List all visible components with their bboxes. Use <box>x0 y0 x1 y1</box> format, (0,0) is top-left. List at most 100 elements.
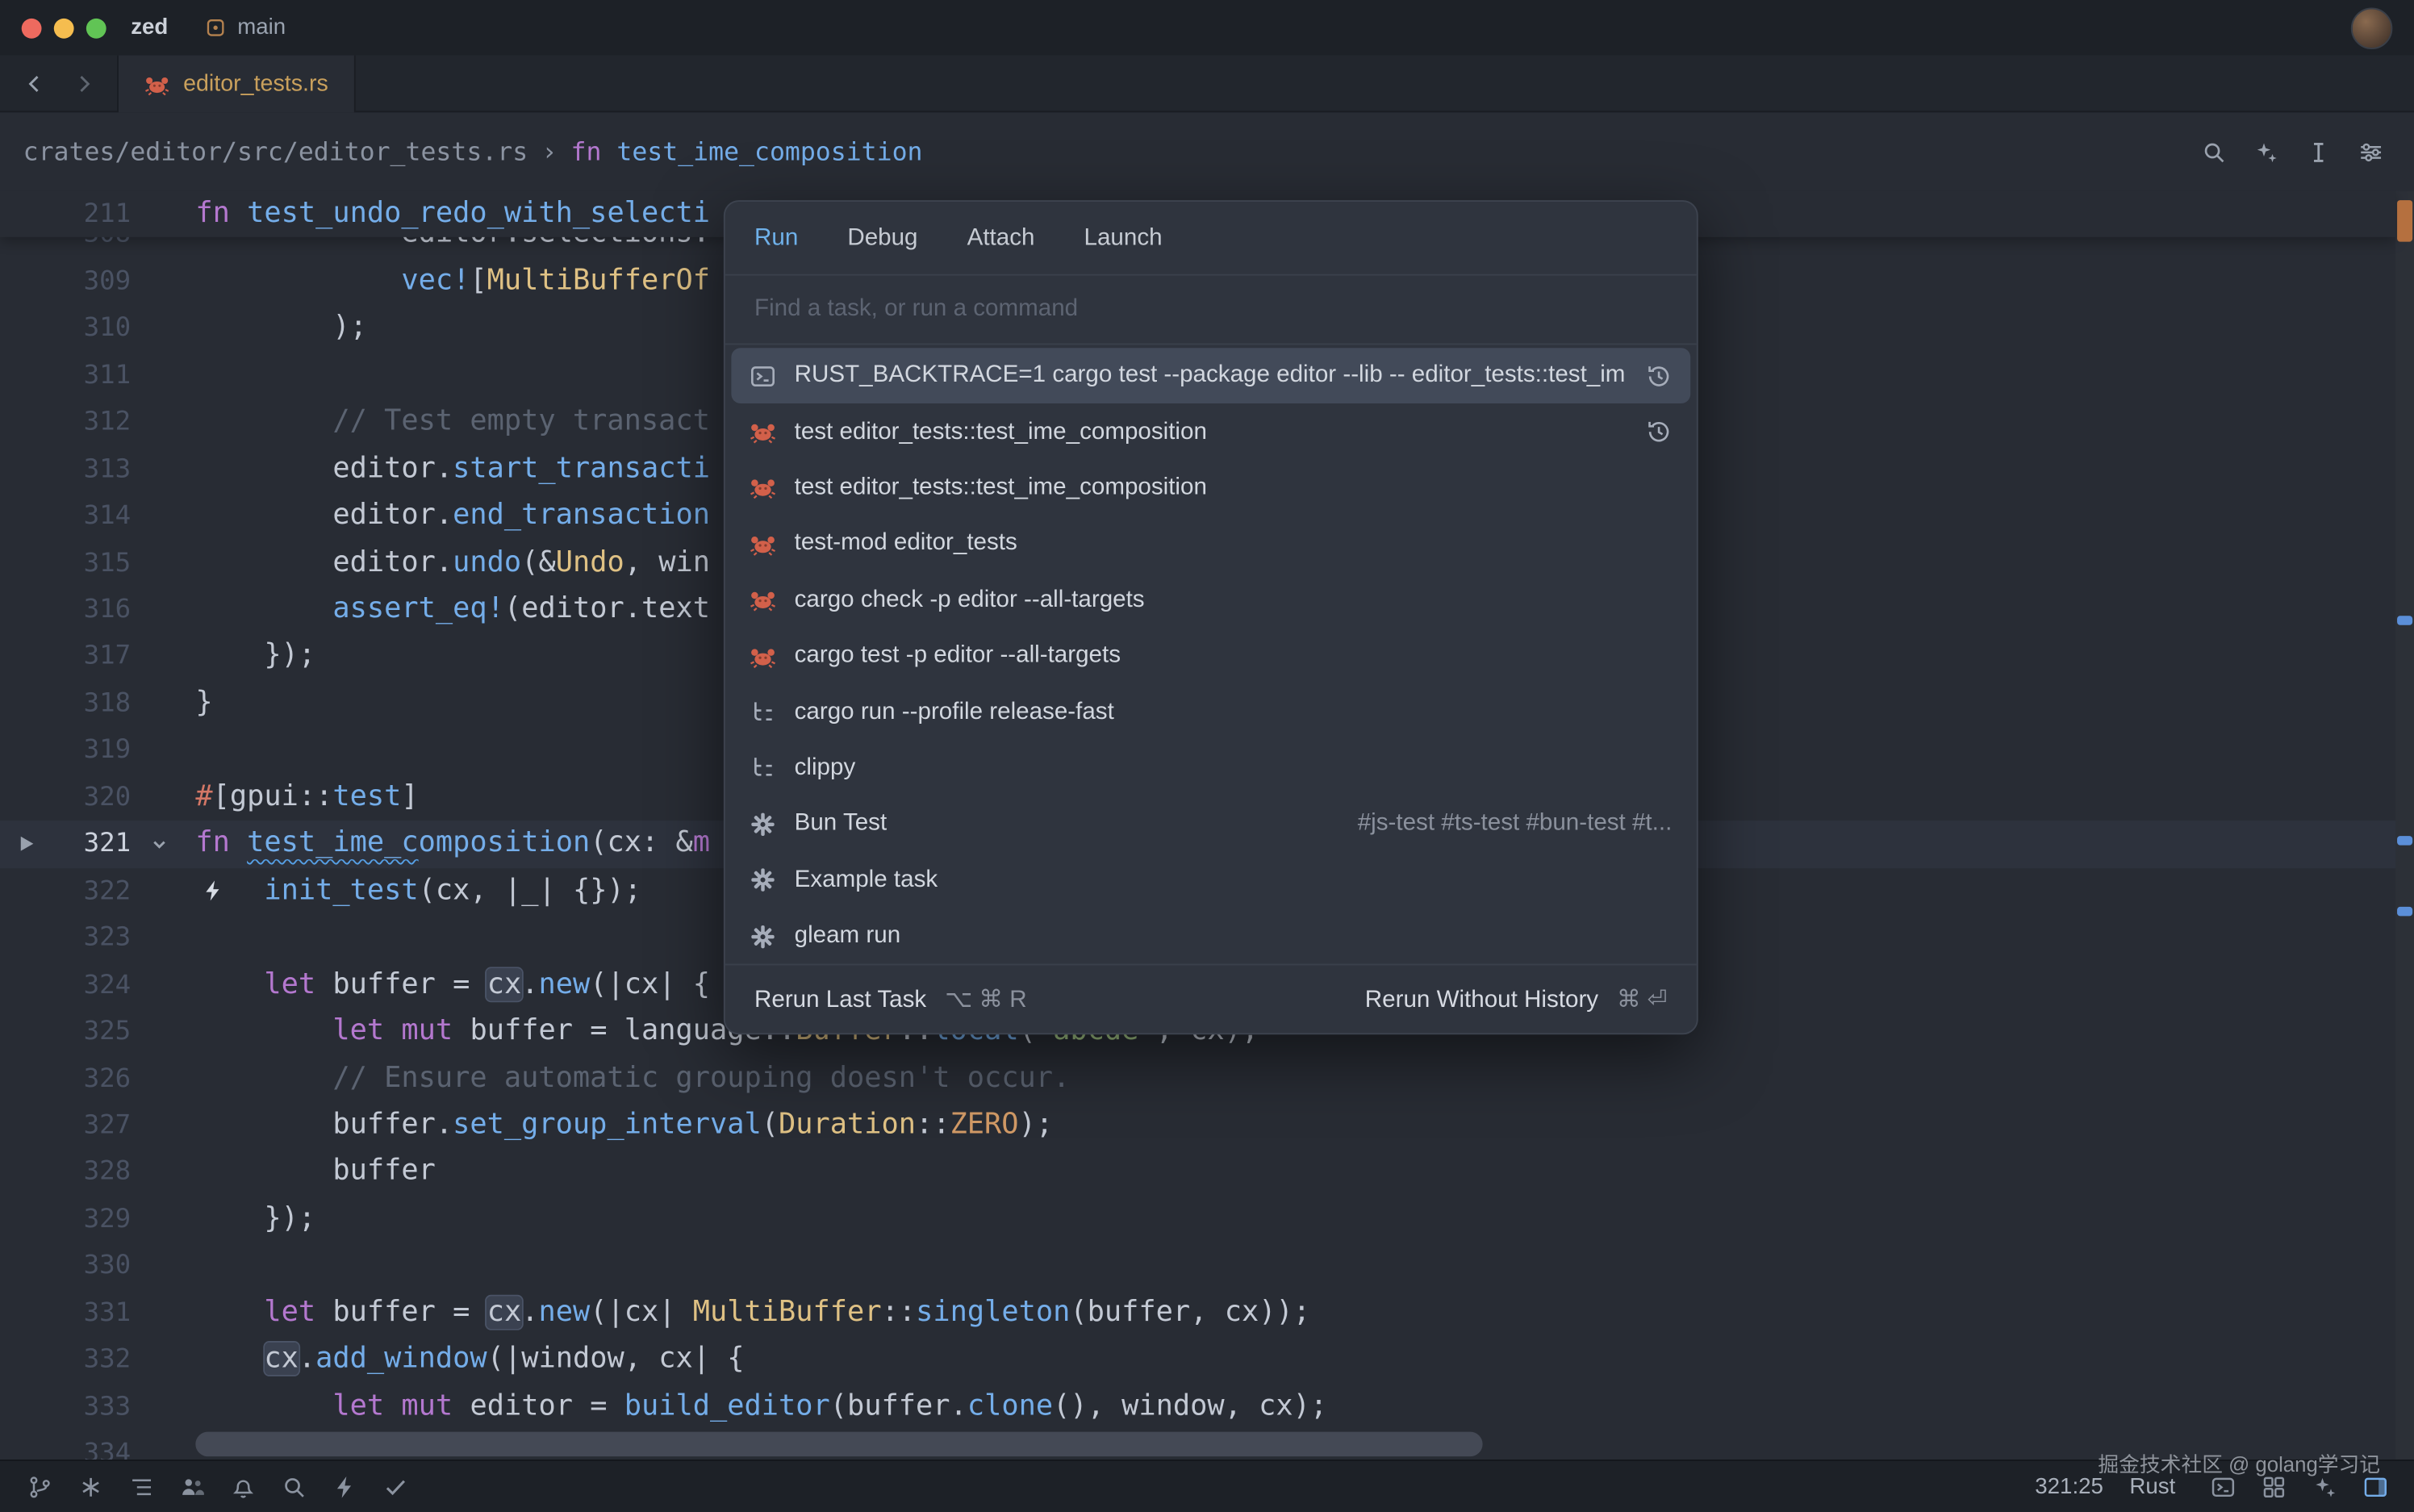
rerun-without-history-label: Rerun Without History <box>1365 986 1598 1012</box>
line-number[interactable]: 324 <box>0 962 131 1009</box>
bell-icon <box>230 1474 255 1499</box>
line-number[interactable]: 322 <box>0 868 131 915</box>
line-number[interactable]: 314 <box>0 493 131 540</box>
tab-editor-tests[interactable]: editor_tests.rs <box>117 56 356 113</box>
lightning-button[interactable] <box>324 1468 365 1505</box>
code-text: buffer.set_group_interval(Duration::ZERO… <box>195 1102 1053 1149</box>
task-search-input[interactable]: Find a task, or run a command <box>725 276 1697 345</box>
avatar[interactable] <box>2351 7 2393 49</box>
line-number[interactable]: 317 <box>0 633 131 680</box>
code-line-328[interactable]: 328 buffer <box>0 1149 2395 1196</box>
diagnostics-button[interactable] <box>69 1468 111 1505</box>
line-number[interactable]: 319 <box>0 727 131 774</box>
bell-button[interactable] <box>222 1468 264 1505</box>
terminal-icon <box>750 363 775 389</box>
traffic-lights <box>22 18 106 38</box>
breadcrumb-bar: crates/editor/src/editor_tests.rs › fn t… <box>0 112 2414 190</box>
cursor-position[interactable]: 321:25 <box>2035 1474 2103 1499</box>
modal-tab-run[interactable]: Run <box>754 224 798 252</box>
assistant-button[interactable] <box>2245 131 2287 173</box>
task-item[interactable]: clippy <box>731 740 1690 796</box>
code-text: buffer <box>195 1149 436 1196</box>
task-item[interactable]: test-mod editor_tests <box>731 516 1690 572</box>
modal-tab-debug[interactable]: Debug <box>847 224 917 252</box>
task-item[interactable]: Bun Test#js-test #ts-test #bun-test #t..… <box>731 796 1690 852</box>
code-text: init_test(cx, |_| {}); <box>195 868 641 915</box>
rerun-last-task-label: Rerun Last Task <box>754 986 926 1012</box>
task-label: cargo check -p editor --all-targets <box>795 587 1673 614</box>
close-window-button[interactable] <box>22 18 42 38</box>
line-number[interactable]: 334 <box>0 1431 131 1460</box>
code-text: }); <box>195 1196 315 1243</box>
check-button[interactable] <box>374 1468 416 1505</box>
minimize-window-button[interactable] <box>54 18 74 38</box>
task-label: test editor_tests::test_ime_composition <box>795 474 1673 502</box>
line-number[interactable]: 309 <box>0 258 131 305</box>
collab-icon <box>179 1474 204 1499</box>
search-button[interactable] <box>273 1468 315 1505</box>
line-number[interactable]: 329 <box>0 1196 131 1243</box>
line-number[interactable]: 316 <box>0 587 131 633</box>
line-number[interactable]: 312 <box>0 399 131 446</box>
modal-tab-launch[interactable]: Launch <box>1084 224 1163 252</box>
branch-selector[interactable]: main <box>193 10 299 44</box>
collab-button[interactable] <box>171 1468 213 1505</box>
rerun-last-task-button[interactable]: Rerun Last Task⌥ ⌘ R <box>754 984 1027 1013</box>
line-number[interactable]: 332 <box>0 1337 131 1384</box>
scrollbar-marker <box>2397 836 2412 845</box>
line-number[interactable]: 310 <box>0 305 131 352</box>
breadcrumb-symbol[interactable]: fn test_ime_composition <box>570 137 922 166</box>
task-item[interactable]: test editor_tests::test_ime_composition <box>731 404 1690 460</box>
status-left-icons <box>19 1468 416 1505</box>
task-item[interactable]: Example task <box>731 852 1690 908</box>
task-item[interactable]: cargo check -p editor --all-targets <box>731 572 1690 628</box>
line-number[interactable]: 325 <box>0 1009 131 1055</box>
line-number[interactable]: 331 <box>0 1290 131 1337</box>
buffer-search-button[interactable] <box>2192 131 2234 173</box>
fold-chevron-icon[interactable] <box>149 835 169 855</box>
line-number[interactable]: 330 <box>0 1243 131 1289</box>
vertical-scrollbar[interactable] <box>2395 191 2414 1460</box>
line-number[interactable]: 315 <box>0 540 131 587</box>
modal-tab-attach[interactable]: Attach <box>967 224 1035 252</box>
line-number[interactable]: 321 <box>0 821 131 868</box>
outline-button[interactable] <box>120 1468 162 1505</box>
task-search-placeholder: Find a task, or run a command <box>754 295 1078 323</box>
forward-button[interactable] <box>63 63 103 103</box>
inline-assist-button[interactable] <box>2297 131 2339 173</box>
code-line-333[interactable]: 333 let mut editor = build_editor(buffer… <box>0 1384 2395 1431</box>
line-number[interactable]: 326 <box>0 1055 131 1102</box>
code-line-331[interactable]: 331 let buffer = cx.new(|cx| MultiBuffer… <box>0 1290 2395 1337</box>
code-line-329[interactable]: 329 }); <box>0 1196 2395 1243</box>
code-line-332[interactable]: 332 cx.add_window(|window, cx| { <box>0 1337 2395 1384</box>
titlebar: zed main <box>0 0 2414 56</box>
task-item[interactable]: cargo run --profile release-fast <box>731 684 1690 740</box>
code-line-330[interactable]: 330 <box>0 1243 2395 1289</box>
task-item[interactable]: gleam run <box>731 908 1690 964</box>
code-text: editor.end_transaction <box>195 493 710 540</box>
task-item[interactable]: test editor_tests::test_ime_composition <box>731 460 1690 516</box>
code-action-lightning-icon[interactable] <box>202 879 225 902</box>
task-item[interactable]: RUST_BACKTRACE=1 cargo test --package ed… <box>731 348 1690 403</box>
code-line-327[interactable]: 327 buffer.set_group_interval(Duration::… <box>0 1102 2395 1149</box>
line-number[interactable]: 318 <box>0 680 131 727</box>
lightning-icon <box>332 1474 357 1499</box>
code-line-326[interactable]: 326 // Ensure automatic grouping doesn't… <box>0 1055 2395 1102</box>
horizontal-scrollbar[interactable] <box>195 1432 1482 1457</box>
back-button[interactable] <box>14 63 54 103</box>
line-number[interactable]: 320 <box>0 774 131 821</box>
line-number[interactable]: 333 <box>0 1384 131 1431</box>
rerun-without-history-button[interactable]: Rerun Without History⌘ ⏎ <box>1365 984 1668 1013</box>
git-branch-button[interactable] <box>19 1468 61 1505</box>
breadcrumb-path[interactable]: crates/editor/src/editor_tests.rs <box>23 137 528 166</box>
scrollbar-marker <box>2397 907 2412 916</box>
zoom-window-button[interactable] <box>86 18 106 38</box>
line-number[interactable]: 323 <box>0 915 131 962</box>
line-number[interactable]: 313 <box>0 446 131 493</box>
line-number[interactable]: 327 <box>0 1102 131 1149</box>
editor-controls-button[interactable] <box>2349 131 2391 173</box>
task-item[interactable]: cargo test -p editor --all-targets <box>731 628 1690 683</box>
line-number[interactable]: 328 <box>0 1149 131 1196</box>
line-number[interactable]: 211 <box>0 191 131 238</box>
line-number[interactable]: 311 <box>0 353 131 399</box>
